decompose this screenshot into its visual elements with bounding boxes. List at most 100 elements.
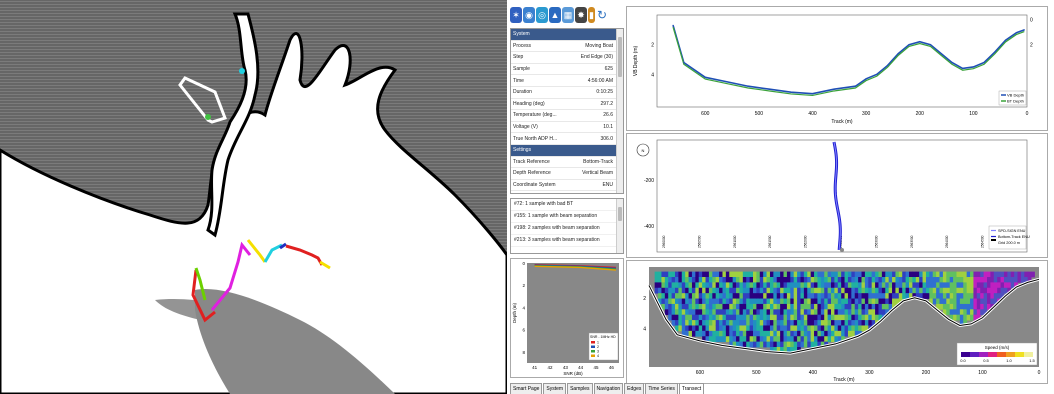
velocity-cell [803,287,808,294]
velocity-cell [739,325,744,332]
velocity-cell [946,293,951,299]
velocity-cell [797,341,801,348]
velocity-cell [722,330,727,337]
north-arrow-label: N [642,148,645,153]
property-row[interactable]: Depth Reference Vertical Beam [511,168,623,180]
vtg-icon[interactable]: ▲ [549,7,561,23]
velocity-cell [814,303,818,310]
velocity-cell [759,325,764,332]
velocity-cell [736,282,740,289]
velocity-cell [871,282,876,289]
message-item[interactable]: #198: 2 samples with beam separation [511,223,623,235]
velocity-cell [654,287,659,294]
velocity-cell [956,303,961,310]
property-row[interactable]: Time 4:56:00 AM [511,75,623,87]
data-point [865,78,867,80]
tab-time-series[interactable]: Time Series [645,383,678,394]
velocity-cell [919,271,923,278]
velocity-cell [888,293,893,299]
velocity-cell [851,293,856,299]
velocity-cell [675,277,679,283]
colorbar-swatch [1006,352,1015,357]
velocity-cell [824,287,829,294]
velocity-cell [678,287,683,294]
property-row[interactable]: Heading (deg) 297.2 [511,99,623,111]
velocity-cell [814,330,818,337]
velocity-cell [678,293,683,299]
gps-icon[interactable]: ◎ [536,7,548,23]
velocity-cell [942,271,947,278]
velocity-cell [1010,277,1015,283]
x-tick-label: 500 [755,111,764,117]
velocity-cell [987,282,991,289]
velocity-cell [739,287,744,294]
velocity-cell [749,341,754,348]
message-item[interactable]: #72: 1 sample with bad BT [511,199,623,211]
velocity-cell [759,303,764,310]
message-item[interactable]: #213: 3 samples with beam separation [511,235,623,247]
refresh-icon[interactable]: ↻ [596,7,608,23]
property-row[interactable]: Coordinate System ENU [511,180,623,192]
message-item[interactable]: #155: 1 sample with beam separation [511,211,623,223]
velocity-cell [993,277,998,283]
velocity-cell [681,287,686,294]
start-marker [840,248,844,252]
reel-icon[interactable]: ✸ [575,7,587,23]
tab-navigation[interactable]: Navigation [593,383,624,394]
property-row[interactable]: True North ADP H... 306.0 [511,133,623,145]
velocity-cell [722,320,727,326]
map-icon[interactable]: ▦ [562,7,574,23]
velocity-cell [746,303,751,310]
velocity-cell [847,293,852,299]
velocity-cell [756,282,761,289]
property-row[interactable]: Duration 0:10:25 [511,87,623,99]
velocity-cell [814,336,818,343]
section-header[interactable]: System [511,29,623,41]
property-row[interactable]: Step End Edge (30) [511,52,623,64]
velocity-cell [834,320,839,326]
velocity-cell [763,271,767,278]
velocity-cell [732,293,737,299]
tab-transect[interactable]: Transect [678,383,705,394]
velocity-cell [949,309,954,316]
track-map[interactable] [0,0,507,394]
velocity-cell [875,271,879,278]
velocity-cell [756,293,761,299]
property-row[interactable]: Process Moving Boat [511,41,623,53]
property-row[interactable]: Sample 625 [511,64,623,76]
velocity-cell [708,298,713,305]
section-header[interactable]: Settings [511,144,623,157]
velocity-cell [871,287,876,294]
velocity-cell [932,287,937,294]
velocity-cell [769,320,774,326]
tab-edges[interactable]: Edges [624,383,645,394]
velocity-cell [820,320,825,326]
tab-samples[interactable]: Samples [567,383,593,394]
properties-scrollbar[interactable] [616,29,623,193]
data-point [962,67,964,70]
velocity-cell [1014,277,1018,283]
velocity-cell [759,320,764,326]
messages-scrollbar[interactable] [616,199,623,253]
velocity-cell [963,287,968,294]
velocity-cell [803,282,808,289]
tab-smart-page[interactable]: Smart Page [510,383,543,394]
velocity-cell [861,271,866,278]
velocity-cell [732,336,737,343]
velocity-cell [834,336,839,343]
velocity-cell [841,277,845,283]
property-row[interactable]: Voltage (V) 10.1 [511,122,623,134]
velocity-cell [766,341,771,348]
property-row[interactable]: Track Reference Bottom-Track [511,157,623,169]
bluetooth-icon[interactable]: ✶ [510,7,522,23]
velocity-cell [695,287,700,294]
property-row[interactable]: Temperature (deg... 26.6 [511,110,623,122]
velocity-cell [715,303,720,310]
bt-icon[interactable]: ◉ [523,7,535,23]
velocity-cell [861,287,866,294]
battery-icon[interactable]: ▮ [588,7,595,23]
velocity-cell [997,293,1001,299]
x-axis-label: Track (m) [831,119,853,125]
tab-system[interactable]: System [543,383,567,394]
velocity-cell [675,314,679,321]
